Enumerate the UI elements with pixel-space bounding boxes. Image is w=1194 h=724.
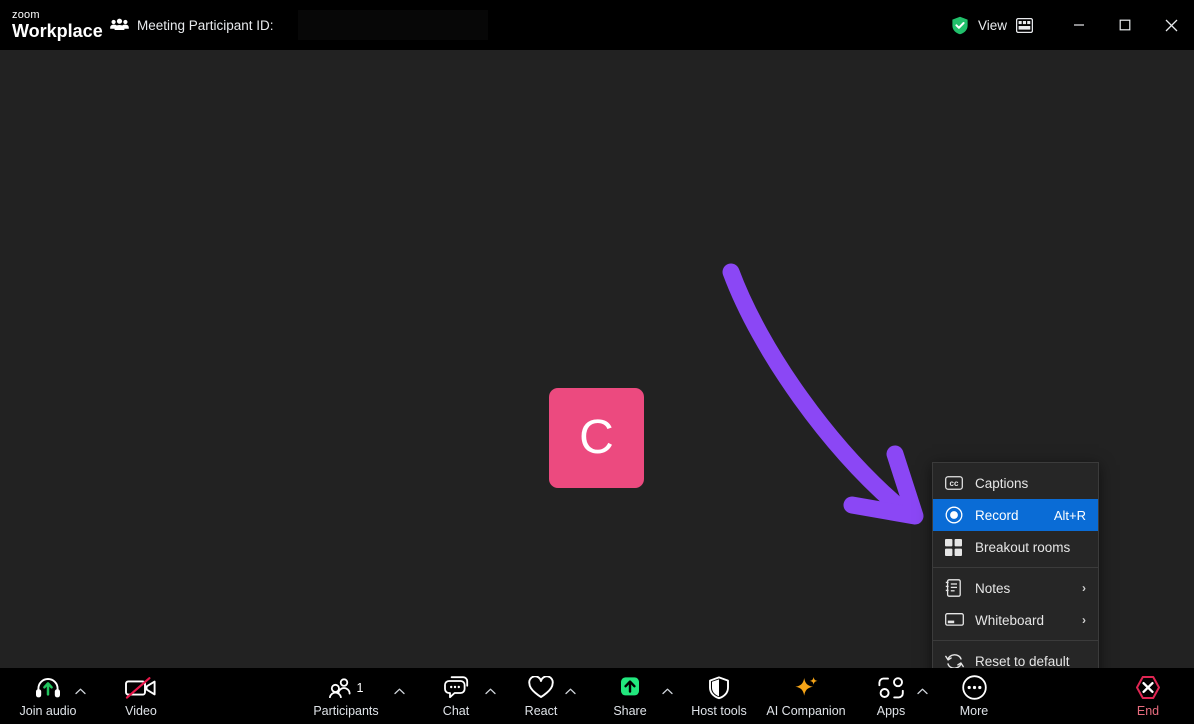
- toolbar-button-participants[interactable]: 1 Participants: [308, 668, 384, 724]
- chevron-right-icon: ›: [1082, 613, 1086, 627]
- host-tools-context-menu: cc Captions Record Alt+R Breakout rooms …: [932, 462, 1099, 668]
- toolbar-caret-join-audio[interactable]: [73, 682, 87, 700]
- close-button[interactable]: [1148, 0, 1194, 50]
- gallery-grid-icon[interactable]: [1016, 17, 1033, 33]
- toolbar-button-apps[interactable]: Apps: [864, 668, 918, 724]
- minimize-button[interactable]: [1056, 0, 1102, 50]
- toolbar-caret-react[interactable]: [563, 682, 577, 700]
- more-ellipsis-icon: [961, 675, 987, 701]
- menu-item-reset-to-default[interactable]: Reset to default: [933, 645, 1098, 668]
- toolbar-button-react[interactable]: React: [512, 668, 570, 724]
- video-stage: C cc Captions Record Alt+R Breakout room…: [0, 50, 1194, 668]
- closed-caption-icon: cc: [945, 476, 967, 490]
- chat-bubble-icon: [443, 675, 469, 701]
- menu-item-whiteboard[interactable]: Whiteboard ›: [933, 604, 1098, 636]
- view-label[interactable]: View: [978, 18, 1007, 33]
- toolbar-label-apps: Apps: [876, 703, 906, 718]
- end-call-hexagon-icon: [1135, 675, 1161, 701]
- menu-shortcut-record: Alt+R: [1053, 507, 1086, 523]
- window-controls: [1056, 0, 1194, 50]
- brand-zoom-text: zoom: [12, 9, 40, 21]
- toolbar-label-share: Share: [613, 703, 647, 718]
- toolbar-label-ai-companion: AI Companion: [766, 703, 846, 718]
- whiteboard-icon: [945, 612, 967, 628]
- participants-icon: 1: [328, 675, 364, 701]
- toolbar-label-chat: Chat: [442, 703, 470, 718]
- camera-off-icon: [125, 675, 157, 701]
- toolbar-button-video[interactable]: Video: [106, 668, 176, 724]
- menu-label-record: Record: [975, 507, 1019, 523]
- toolbar-button-chat[interactable]: Chat: [428, 668, 484, 724]
- menu-item-notes[interactable]: Notes ›: [933, 572, 1098, 604]
- heart-react-icon: [528, 675, 554, 701]
- menu-label-captions: Captions: [975, 475, 1029, 491]
- record-circle-icon: [945, 506, 967, 524]
- participant-id-redaction: [298, 10, 488, 40]
- view-control[interactable]: View: [945, 12, 1039, 38]
- participants-count: 1: [356, 680, 364, 695]
- refresh-arrows-icon: [945, 653, 967, 668]
- menu-item-record[interactable]: Record Alt+R: [933, 499, 1098, 531]
- toolbar-label-video: Video: [125, 703, 157, 718]
- people-group-icon: [110, 17, 129, 33]
- menu-item-captions[interactable]: cc Captions: [933, 467, 1098, 499]
- toolbar-label-react: React: [524, 703, 558, 718]
- headset-join-audio-icon: [35, 675, 61, 701]
- share-screen-icon: [617, 675, 643, 701]
- chevron-right-icon: ›: [1082, 581, 1086, 595]
- menu-label-breakout-rooms: Breakout rooms: [975, 539, 1071, 555]
- toolbar-button-more[interactable]: More: [946, 668, 1002, 724]
- menu-label-notes: Notes: [975, 580, 1011, 596]
- svg-text:cc: cc: [950, 479, 959, 488]
- menu-label-reset-to-default: Reset to default: [975, 653, 1070, 669]
- zoom-meeting-window: zoom Workplace Meeting Participant ID: V…: [0, 0, 1194, 724]
- meeting-participant-id: Meeting Participant ID:: [110, 12, 282, 38]
- toolbar-label-host-tools: Host tools: [691, 703, 747, 718]
- maximize-button[interactable]: [1102, 0, 1148, 50]
- menu-item-breakout-rooms[interactable]: Breakout rooms: [933, 531, 1098, 563]
- toolbar-button-host-tools[interactable]: Host tools: [680, 668, 758, 724]
- toolbar-button-end[interactable]: End: [1120, 668, 1176, 724]
- toolbar-label-participants: Participants: [313, 703, 379, 718]
- title-bar: zoom Workplace Meeting Participant ID: V…: [0, 0, 1194, 50]
- green-shield-check-icon[interactable]: [951, 16, 969, 35]
- toolbar-button-share[interactable]: Share: [602, 668, 658, 724]
- zoom-workplace-logo: zoom Workplace: [12, 9, 103, 41]
- participant-avatar-tile[interactable]: C: [549, 388, 644, 488]
- avatar-initial: C: [579, 411, 614, 464]
- toolbar-caret-chat[interactable]: [483, 682, 497, 700]
- menu-label-whiteboard: Whiteboard: [975, 612, 1045, 628]
- participant-id-label: Meeting Participant ID:: [137, 17, 274, 33]
- toolbar-label-join-audio: Join audio: [19, 703, 77, 718]
- toolbar-caret-participants[interactable]: [392, 682, 406, 700]
- notebook-icon: [945, 579, 967, 597]
- shield-host-tools-icon: [708, 675, 730, 701]
- toolbar-label-more: More: [959, 703, 989, 718]
- toolbar-button-ai-companion[interactable]: AI Companion: [760, 668, 852, 724]
- apps-icon: [877, 675, 905, 701]
- ai-sparkles-icon: [793, 675, 820, 701]
- brand-workplace-text: Workplace: [12, 21, 103, 41]
- meeting-toolbar: Join audio Video 1 Participants Chat Rea…: [0, 668, 1194, 724]
- toolbar-caret-share[interactable]: [660, 682, 674, 700]
- toolbar-label-end: End: [1136, 703, 1160, 718]
- breakout-grid-icon: [945, 538, 967, 556]
- menu-separator: [933, 640, 1098, 641]
- toolbar-caret-apps[interactable]: [915, 682, 929, 700]
- menu-separator: [933, 567, 1098, 568]
